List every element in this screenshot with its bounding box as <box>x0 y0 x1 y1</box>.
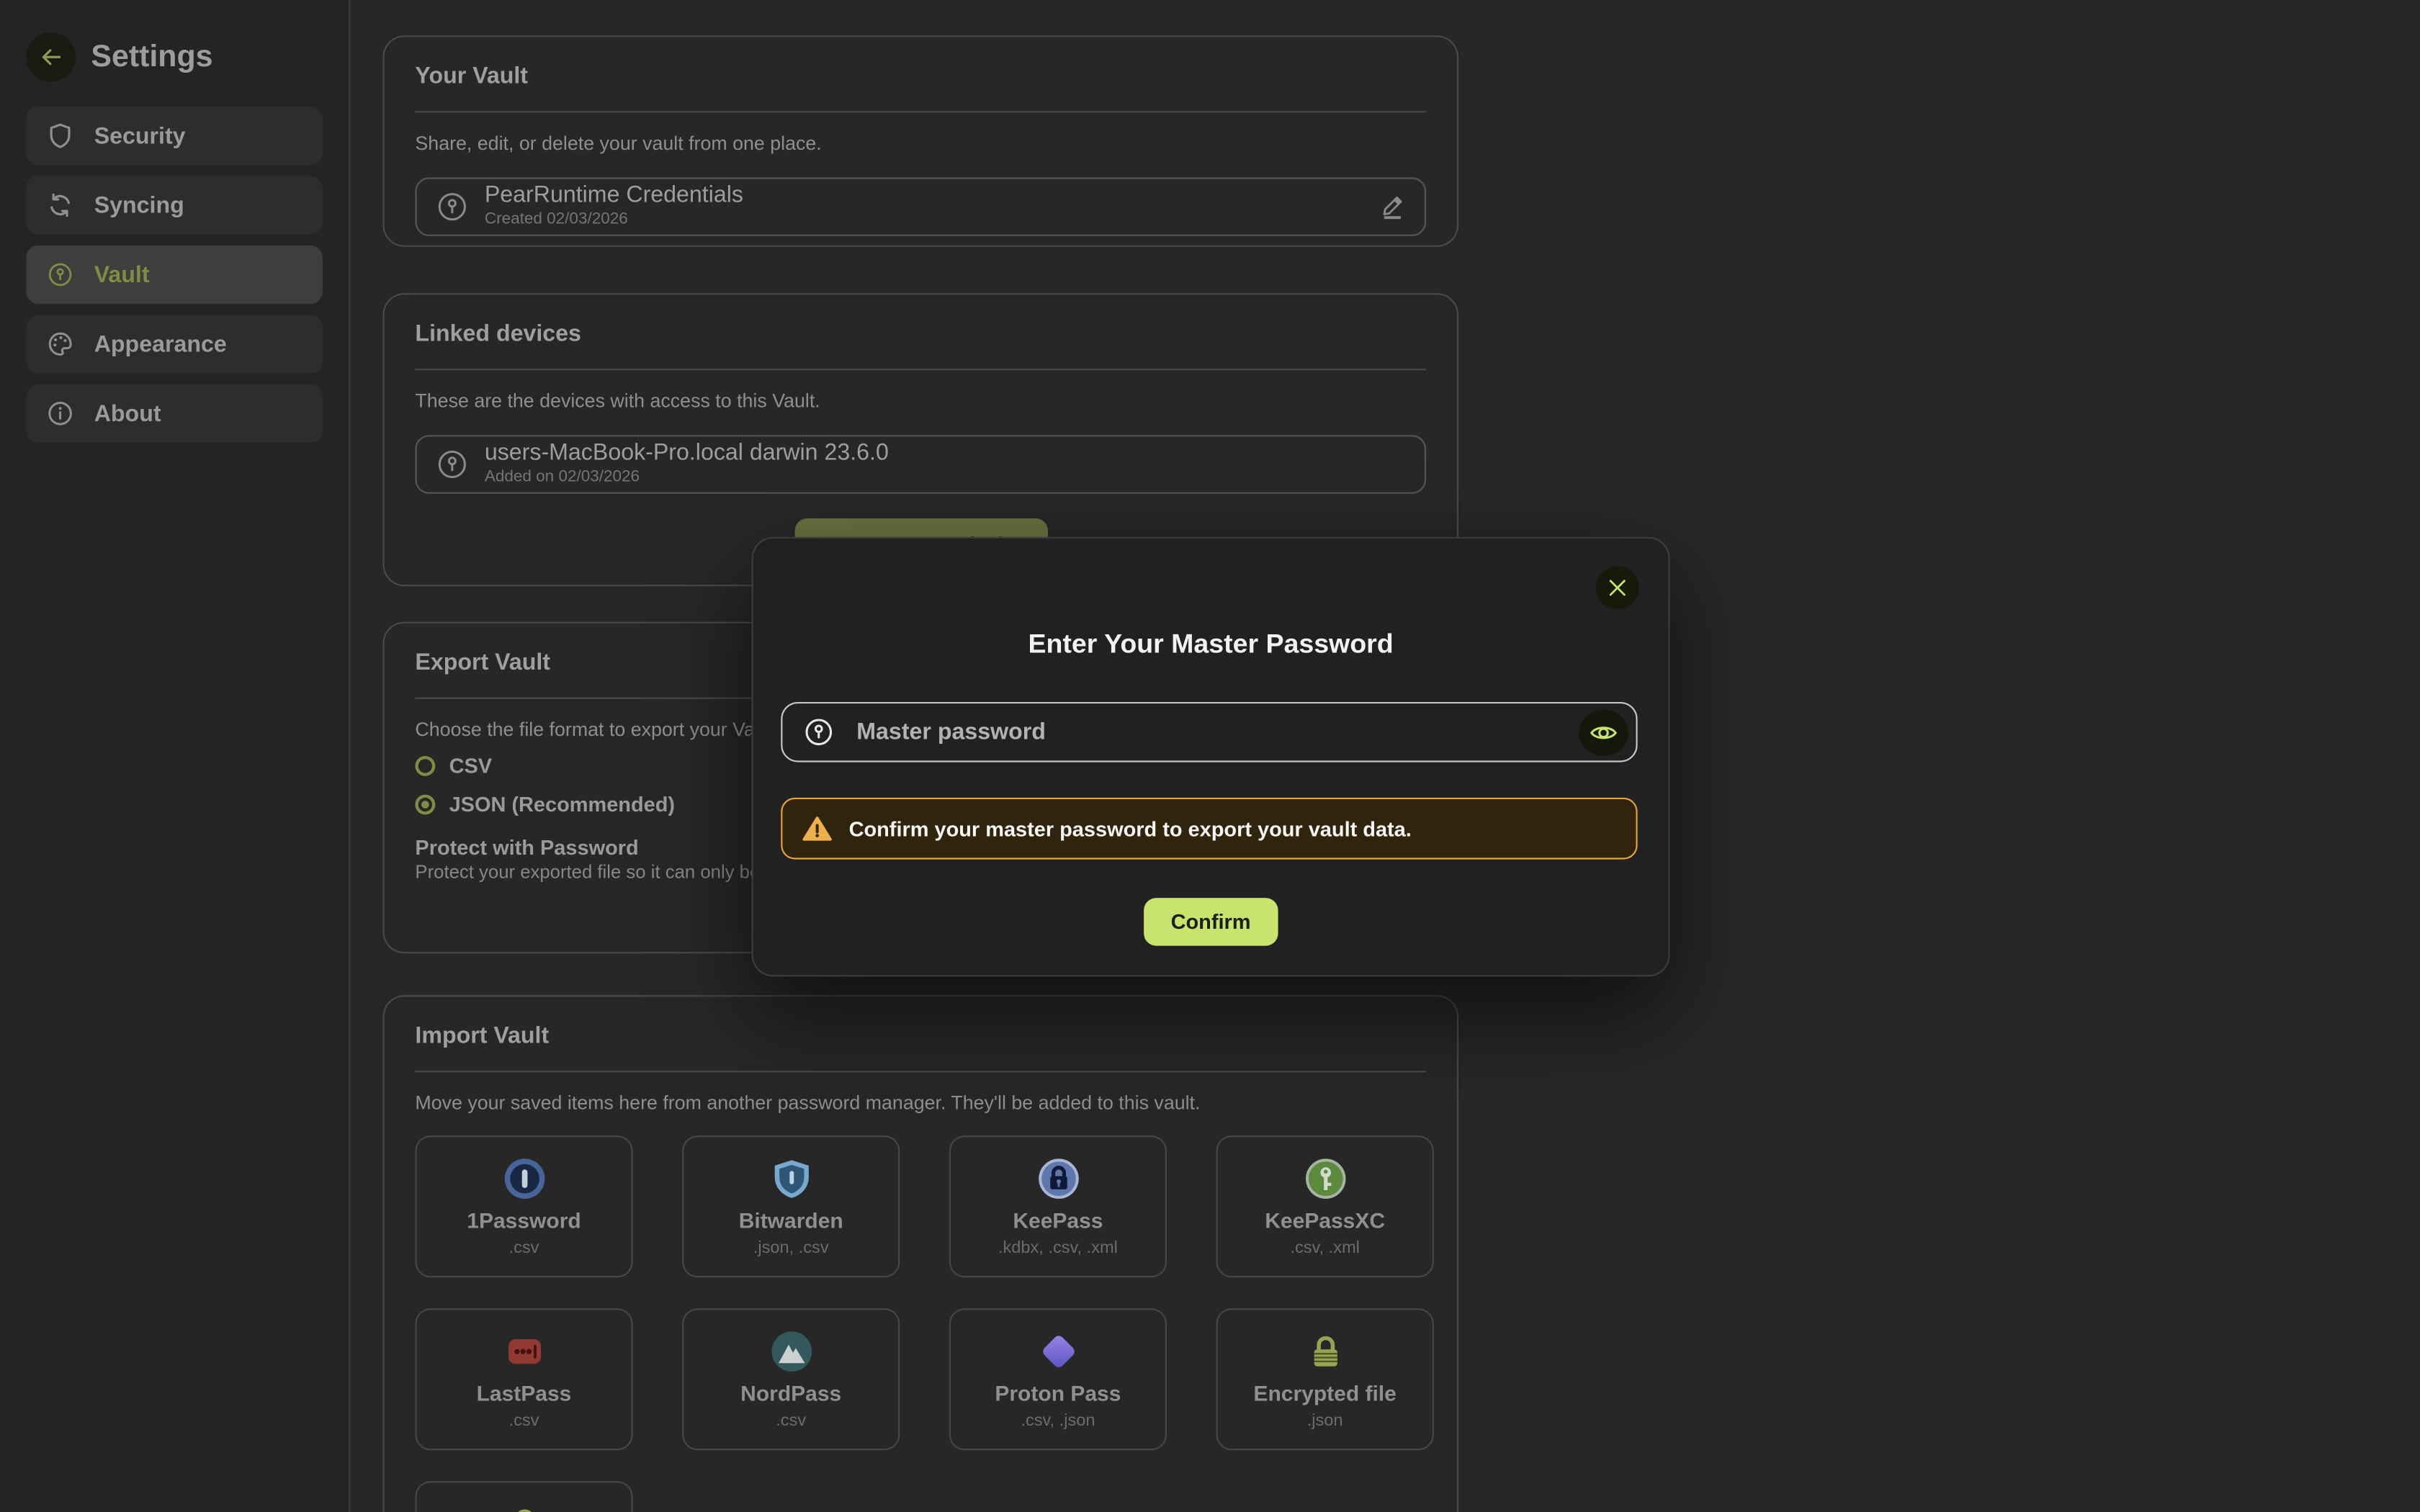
lastpass-icon <box>503 1330 546 1373</box>
card-title: Import Vault <box>415 1022 1426 1053</box>
radio-selected-icon <box>415 794 435 814</box>
edit-vault-button[interactable] <box>1379 193 1407 221</box>
import-tile-grid: 1Password .csv Bitwarden .json, .csv <box>415 1135 1426 1512</box>
sidebar-item-label: Security <box>94 122 186 148</box>
tile-name: KeePass <box>1013 1208 1103 1233</box>
sidebar-nav: Security Syncing Vault <box>26 107 322 443</box>
info-icon <box>46 400 74 428</box>
warning-banner: Confirm your master password to export y… <box>781 798 1637 860</box>
import-tile-lastpass[interactable]: LastPass .csv <box>415 1308 632 1450</box>
palette-icon <box>46 330 74 359</box>
tile-name: Encrypted file <box>1253 1381 1396 1405</box>
import-tile-keepassxc[interactable]: KeePassXC .csv, .xml <box>1216 1135 1434 1277</box>
key-circle-icon <box>802 716 835 748</box>
sidebar-item-appearance[interactable]: Appearance <box>26 315 322 373</box>
warning-text: Confirm your master password to export y… <box>849 817 1412 840</box>
import-tile-keepass[interactable]: KeePass .kdbx, .csv, .xml <box>949 1135 1167 1277</box>
confirm-button[interactable]: Confirm <box>1143 898 1278 945</box>
import-tile-protonpass[interactable]: Proton Pass .csv, .json <box>949 1308 1167 1450</box>
sidebar-item-label: Syncing <box>94 192 184 218</box>
card-description: Move your saved items here from another … <box>415 1092 1426 1114</box>
sidebar: Settings Security Syncing <box>0 0 350 1512</box>
vault-row-text: PearRuntime Credentials Created 02/03/20… <box>485 184 1363 230</box>
tile-name: Proton Pass <box>995 1381 1121 1405</box>
radio-label: JSON (Recommended) <box>449 792 675 815</box>
card-description: Share, edit, or delete your vault from o… <box>415 132 1426 154</box>
onepassword-icon <box>503 1157 546 1200</box>
key-circle-icon <box>46 261 74 289</box>
vault-row: PearRuntime Credentials Created 02/03/20… <box>415 177 1426 235</box>
warning-triangle-icon <box>802 814 832 842</box>
shield-icon <box>46 122 74 150</box>
close-modal-button[interactable] <box>1596 566 1639 609</box>
card-description: These are the devices with access to thi… <box>415 390 1426 412</box>
sync-icon <box>46 192 74 220</box>
import-vault-card: Import Vault Move your saved items here … <box>382 995 1458 1512</box>
tile-formats: .csv, .xml <box>1290 1239 1359 1258</box>
vault-created-date: Created 02/03/2026 <box>485 210 1363 230</box>
vault-name: PearRuntime Credentials <box>485 184 1363 208</box>
encrypted-lock-icon <box>1304 1330 1347 1373</box>
tile-name: KeePassXC <box>1265 1208 1385 1233</box>
eye-icon <box>1588 716 1619 747</box>
sidebar-item-security[interactable]: Security <box>26 107 322 165</box>
sidebar-item-syncing[interactable]: Syncing <box>26 176 322 234</box>
radio-label: CSV <box>449 754 492 777</box>
master-password-input[interactable] <box>853 717 1560 747</box>
device-added-date: Added on 02/03/2026 <box>485 467 1406 487</box>
modal-title: Enter Your Master Password <box>753 628 1669 660</box>
sidebar-item-label: Vault <box>94 261 150 287</box>
protonpass-icon <box>1036 1330 1080 1373</box>
tile-formats: .json, .csv <box>753 1239 829 1258</box>
sidebar-header: Settings <box>0 0 349 82</box>
device-row-text: users-MacBook-Pro.local darwin 23.6.0 Ad… <box>485 441 1406 487</box>
import-tile-partial[interactable] <box>415 1481 632 1512</box>
tile-name: NordPass <box>740 1381 841 1405</box>
back-button[interactable] <box>26 32 76 82</box>
encrypted-lock-icon <box>501 1503 547 1512</box>
device-row: users-MacBook-Pro.local darwin 23.6.0 Ad… <box>415 435 1426 493</box>
edit-pencil-icon <box>1379 193 1407 221</box>
master-password-field <box>781 702 1637 762</box>
import-tile-bitwarden[interactable]: Bitwarden .json, .csv <box>682 1135 900 1277</box>
radio-unselected-icon <box>415 755 435 775</box>
import-tile-nordpass[interactable]: NordPass .csv <box>682 1308 900 1450</box>
nordpass-icon <box>769 1330 812 1373</box>
bitwarden-icon <box>769 1157 812 1200</box>
card-title: Linked devices <box>415 320 1426 351</box>
tile-formats: .csv <box>509 1412 539 1431</box>
key-circle-icon <box>435 190 469 224</box>
tile-formats: .csv, .json <box>1021 1412 1095 1431</box>
sidebar-item-label: Appearance <box>94 331 227 357</box>
device-name: users-MacBook-Pro.local darwin 23.6.0 <box>485 441 1406 466</box>
key-circle-icon <box>435 447 469 481</box>
keepass-icon <box>1036 1157 1080 1200</box>
tile-name: 1Password <box>467 1208 581 1233</box>
import-tile-1password[interactable]: 1Password .csv <box>415 1135 632 1277</box>
toggle-password-visibility-button[interactable] <box>1579 709 1628 755</box>
close-icon <box>1608 579 1627 598</box>
keepassxc-icon <box>1304 1157 1347 1200</box>
sidebar-item-vault[interactable]: Vault <box>26 246 322 304</box>
sidebar-item-label: About <box>94 400 161 426</box>
tile-name: Bitwarden <box>739 1208 843 1233</box>
divider <box>415 1071 1426 1072</box>
sidebar-item-about[interactable]: About <box>26 384 322 443</box>
tile-formats: .json <box>1307 1412 1343 1431</box>
tile-formats: .csv <box>509 1239 539 1258</box>
tile-formats: .csv <box>776 1412 806 1431</box>
page-title: Settings <box>91 40 212 75</box>
divider <box>415 369 1426 370</box>
tile-formats: .kdbx, .csv, .xml <box>998 1239 1118 1258</box>
master-password-modal: Enter Your Master Password Confi <box>752 537 1670 977</box>
settings-page: Settings Security Syncing <box>0 0 2420 1512</box>
tile-name: LastPass <box>477 1381 572 1405</box>
your-vault-card: Your Vault Share, edit, or delete your v… <box>382 35 1458 247</box>
card-title: Your Vault <box>415 62 1426 93</box>
divider <box>415 111 1426 112</box>
import-tile-encrypted-file[interactable]: Encrypted file .json <box>1216 1308 1434 1450</box>
arrow-left-icon <box>37 43 65 71</box>
